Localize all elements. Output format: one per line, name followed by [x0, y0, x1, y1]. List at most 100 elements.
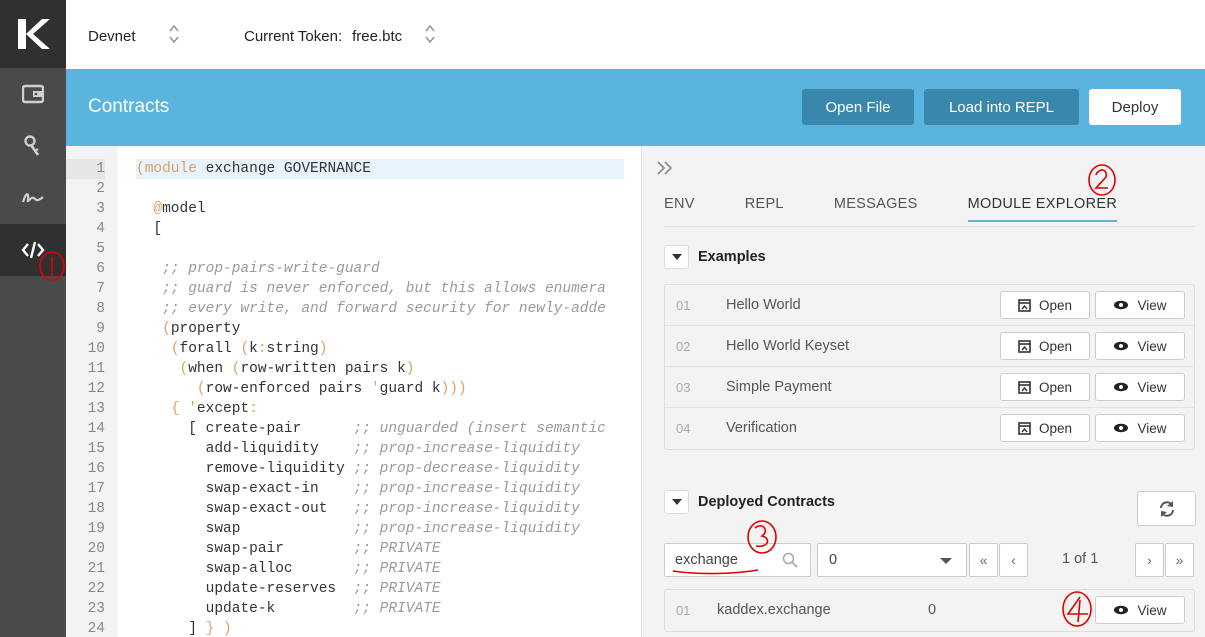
- load-into-repl-button[interactable]: Load into REPL: [924, 89, 1079, 125]
- item-name: kaddex.exchange: [717, 602, 831, 618]
- open-file-button[interactable]: Open File: [802, 89, 914, 125]
- updown-icon: [424, 23, 436, 49]
- open-label: Open: [1038, 338, 1073, 354]
- code-line: 15 add-liquidity ;; prop-increase-liquid…: [87, 441, 580, 457]
- code-line: 6 ;; prop-pairs-write-guard: [96, 261, 380, 277]
- view-button[interactable]: View: [1095, 332, 1185, 360]
- code-line: 5: [96, 241, 105, 257]
- search-value: exchange: [675, 552, 738, 568]
- page-title: Contracts: [88, 96, 170, 117]
- item-number: 04: [676, 421, 691, 436]
- code-line: 1 (module exchange GOVERNANCE: [66, 159, 641, 179]
- nav-wallet[interactable]: [0, 68, 66, 120]
- token-select[interactable]: Current Token: free.btc: [244, 23, 436, 49]
- tab-repl[interactable]: REPL: [745, 196, 784, 222]
- collapse-deployed-button[interactable]: [664, 490, 689, 514]
- open-label: Open: [1038, 297, 1073, 313]
- deploy-button[interactable]: Deploy: [1089, 89, 1181, 125]
- contract-search-input[interactable]: exchange: [664, 543, 811, 577]
- open-icon: [1018, 380, 1031, 394]
- item-name: Hello World Keyset: [726, 338, 850, 354]
- list-item: 04 Verification Open View: [665, 408, 1194, 449]
- collapse-panel-icon[interactable]: [656, 160, 674, 181]
- view-label: View: [1137, 420, 1167, 436]
- caret-down-icon: [671, 254, 682, 260]
- eye-icon: [1114, 300, 1129, 310]
- eye-icon: [1114, 382, 1129, 392]
- open-icon: [1018, 298, 1031, 312]
- code-line: 9 (property: [96, 321, 241, 337]
- item-name: Hello World: [726, 297, 801, 313]
- nav-signature[interactable]: [0, 172, 66, 224]
- open-label: Open: [1038, 420, 1073, 436]
- code-line: 23 update-k ;; PRIVATE: [87, 601, 441, 617]
- code-line: 16 remove-liquidity ;; prop-decrease-liq…: [87, 461, 580, 477]
- chain-select[interactable]: 0: [817, 543, 967, 577]
- view-button[interactable]: View: [1095, 373, 1185, 401]
- kadena-logo[interactable]: [0, 0, 66, 68]
- last-page-button[interactable]: »: [1165, 543, 1194, 577]
- deployed-title: Deployed Contracts: [698, 494, 835, 510]
- caret-down-icon: [671, 499, 682, 505]
- deployed-contracts-header[interactable]: Deployed Contracts: [664, 490, 835, 514]
- view-label: View: [1137, 379, 1167, 395]
- list-item: 03 Simple Payment Open View: [665, 367, 1194, 408]
- open-label: Open: [1038, 379, 1073, 395]
- eye-icon: [1114, 341, 1129, 351]
- open-button[interactable]: Open: [1000, 373, 1090, 401]
- tab-module-explorer[interactable]: MODULE EXPLORER: [967, 196, 1118, 222]
- code-line: 12 (row-enforced pairs 'guard k))): [87, 381, 467, 397]
- code-line: 11 (when (row-written pairs k): [87, 361, 415, 377]
- contracts-header: Contracts Open File Load into REPL Deplo…: [66, 69, 1205, 146]
- examples-title: Examples: [698, 249, 766, 265]
- open-button[interactable]: Open: [1000, 414, 1090, 442]
- refresh-icon: [1159, 500, 1174, 517]
- next-page-button[interactable]: ›: [1135, 543, 1164, 577]
- code-line: 8 ;; every write, and forward security f…: [96, 301, 606, 317]
- view-label: View: [1137, 297, 1167, 313]
- open-icon: [1018, 421, 1031, 435]
- double-chevron-left-icon: «: [979, 552, 988, 568]
- examples-header[interactable]: Examples: [664, 245, 766, 269]
- module-explorer-panel: ENV REPL MESSAGES MODULE EXPLORER Exampl…: [641, 146, 1205, 637]
- code-line: 20 swap-pair ;; PRIVATE: [87, 541, 441, 557]
- list-item: 01 Hello World Open View: [665, 285, 1194, 326]
- panel-tabs: ENV REPL MESSAGES MODULE EXPLORER: [664, 196, 1157, 222]
- code-line: 7 ;; guard is never enforced, but this a…: [96, 281, 606, 297]
- eye-icon: [1114, 423, 1129, 433]
- chevron-right-icon: ›: [1147, 552, 1152, 568]
- nav-contracts[interactable]: [0, 224, 66, 276]
- view-label: View: [1137, 602, 1167, 618]
- nav-keys[interactable]: [0, 120, 66, 172]
- collapse-examples-button[interactable]: [664, 245, 689, 269]
- first-page-button[interactable]: «: [969, 543, 998, 577]
- keys-icon: [24, 135, 40, 156]
- code-line: 17 swap-exact-in ;; prop-increase-liquid…: [87, 481, 580, 497]
- search-icon: [782, 552, 798, 571]
- open-button[interactable]: Open: [1000, 332, 1090, 360]
- list-item: 01 kaddex.exchange 0 View: [665, 590, 1194, 631]
- dropdown-arrow-icon: [940, 558, 952, 564]
- code-line: 19 swap ;; prop-increase-liquidity: [87, 521, 580, 537]
- view-button[interactable]: View: [1095, 291, 1185, 319]
- item-name: Simple Payment: [726, 379, 832, 395]
- prev-page-button[interactable]: ‹: [999, 543, 1028, 577]
- refresh-button[interactable]: [1137, 491, 1196, 526]
- sidebar: [0, 0, 66, 637]
- open-button[interactable]: Open: [1000, 291, 1090, 319]
- network-select[interactable]: Devnet: [88, 23, 180, 49]
- code-line: 21 swap-alloc ;; PRIVATE: [87, 561, 441, 577]
- open-icon: [1018, 339, 1031, 353]
- item-number: 01: [676, 298, 691, 313]
- view-button[interactable]: View: [1095, 596, 1185, 624]
- code-line: 13 { 'except:: [87, 401, 258, 417]
- code-editor[interactable]: 1 (module exchange GOVERNANCE 2 3 @model …: [66, 146, 641, 637]
- tab-env[interactable]: ENV: [664, 196, 695, 222]
- topbar: Devnet Current Token: free.btc: [66, 0, 1205, 69]
- item-chain: 0: [928, 602, 937, 618]
- view-button[interactable]: View: [1095, 414, 1185, 442]
- signature-icon: [21, 193, 44, 203]
- token-label: Current Token:: [244, 27, 343, 45]
- tab-messages[interactable]: MESSAGES: [834, 196, 918, 222]
- chain-value: 0: [829, 552, 838, 568]
